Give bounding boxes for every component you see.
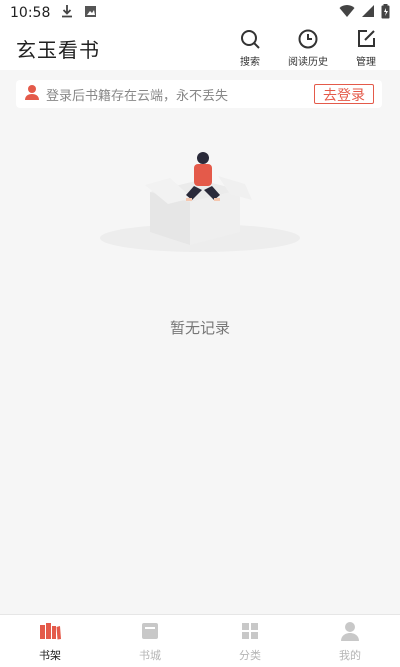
search-button[interactable]: 搜索 <box>228 28 272 68</box>
user-icon <box>24 84 40 104</box>
battery-icon <box>381 3 390 23</box>
history-label: 阅读历史 <box>288 57 328 68</box>
search-label: 搜索 <box>240 57 260 68</box>
signal-icon <box>361 4 375 22</box>
image-notification-icon <box>84 5 97 22</box>
profile-icon <box>339 620 361 647</box>
header-actions: 搜索 阅读历史 管理 <box>228 28 388 68</box>
empty-state-illustration <box>90 140 310 270</box>
login-banner: 登录后书籍存在云端，永不丢失 去登录 <box>16 80 382 108</box>
wifi-icon <box>339 4 355 22</box>
edit-icon <box>355 28 377 53</box>
manage-button[interactable]: 管理 <box>344 28 388 68</box>
manage-label: 管理 <box>356 57 376 68</box>
nav-item-bookstore[interactable]: 书城 <box>100 615 200 667</box>
clock-icon <box>297 28 319 53</box>
nav-item-profile[interactable]: 我的 <box>300 615 400 667</box>
bookstore-icon <box>139 620 161 647</box>
nav-label-bookstore: 书城 <box>139 648 161 662</box>
app-title: 玄玉看书 <box>16 37 100 62</box>
nav-item-bookshelf[interactable]: 书架 <box>0 615 100 667</box>
download-icon <box>60 4 74 22</box>
nav-label-profile: 我的 <box>339 648 361 662</box>
category-icon <box>239 620 261 647</box>
bottom-nav: 书架 书城 分类 我的 <box>0 614 400 667</box>
app-header: 玄玉看书 搜索 阅读历史 管理 <box>0 26 400 70</box>
nav-label-category: 分类 <box>239 648 261 662</box>
bookshelf-icon <box>39 620 61 647</box>
status-time: 10:58 <box>10 5 51 21</box>
login-button[interactable]: 去登录 <box>314 84 374 104</box>
nav-item-category[interactable]: 分类 <box>200 615 300 667</box>
status-bar: 10:58 <box>0 0 400 26</box>
search-icon <box>239 28 261 53</box>
empty-state-text: 暂无记录 <box>169 319 230 337</box>
login-hint-text: 登录后书籍存在云端，永不丢失 <box>46 88 229 104</box>
history-button[interactable]: 阅读历史 <box>286 28 330 68</box>
nav-label-bookshelf: 书架 <box>39 648 61 662</box>
